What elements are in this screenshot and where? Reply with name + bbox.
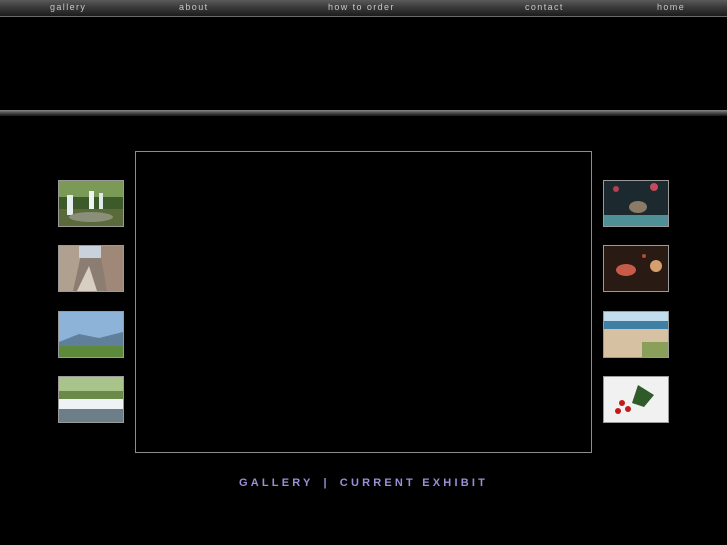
footer-gallery-link[interactable]: GALLERY <box>239 477 314 489</box>
mountain-vista-thumb[interactable] <box>58 311 124 358</box>
fish-aquarium-image <box>604 181 668 226</box>
hermit-crab-image <box>604 246 668 291</box>
mountain-vista-image <box>59 312 123 357</box>
nav-gallery-link[interactable]: gallery <box>50 2 86 13</box>
footer-current-exhibit-link[interactable]: CURRENT EXHIBIT <box>340 477 488 489</box>
forest-waterfall-thumb[interactable] <box>58 180 124 227</box>
header-divider-band <box>0 110 727 116</box>
holly-berries-thumb[interactable] <box>603 376 669 423</box>
fish-aquarium-thumb[interactable] <box>603 180 669 227</box>
holly-berries-image <box>604 377 668 422</box>
nav-home-link[interactable]: home <box>657 2 685 13</box>
footer-links: GALLERY | CURRENT EXHIBIT <box>0 477 727 489</box>
forest-waterfall-image <box>59 181 123 226</box>
top-navigation-bar: gallery about how to order contact home <box>0 0 727 17</box>
nav-about-link[interactable]: about <box>179 2 209 13</box>
beach-shore-image <box>604 312 668 357</box>
hermit-crab-thumb[interactable] <box>603 245 669 292</box>
footer-separator: | <box>323 477 330 489</box>
nav-contact-link[interactable]: contact <box>525 2 564 13</box>
river-falls-image <box>59 377 123 422</box>
nav-how-to-order-link[interactable]: how to order <box>328 2 395 13</box>
canyon-thumb[interactable] <box>58 245 124 292</box>
river-falls-thumb[interactable] <box>58 376 124 423</box>
beach-shore-thumb[interactable] <box>603 311 669 358</box>
main-photo-viewer <box>135 151 592 453</box>
canyon-image <box>59 246 123 291</box>
